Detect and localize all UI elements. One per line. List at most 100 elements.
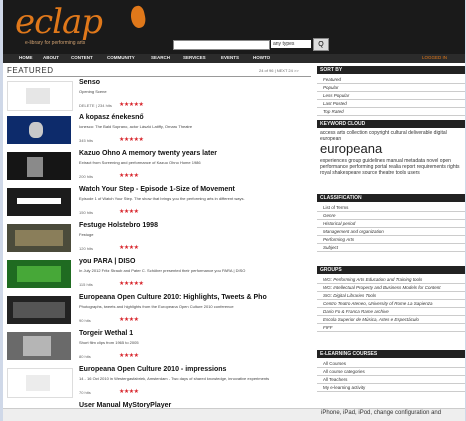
elearning-heading: E-LEARNING COURSES — [317, 350, 465, 358]
item-description: In July 2012 Fritz Straub and Pater C. S… — [79, 268, 246, 273]
class-historical[interactable]: Historical period — [317, 220, 465, 228]
thumbnail[interactable] — [7, 116, 71, 144]
sort-featured[interactable]: Featured — [317, 76, 465, 84]
classification-heading: CLASSIFICATION — [317, 194, 465, 202]
keyword-cloud-heading: KEYWORD CLOUD — [317, 120, 465, 128]
list-item[interactable]: A kopasz énekesnő Ionesco: The Bald Sopr… — [7, 114, 311, 150]
keyword-cloud-rest[interactable]: experiences group guidelines manual meta… — [320, 158, 462, 176]
keyword-cloud-big[interactable]: europeana — [320, 142, 462, 156]
thumbnail[interactable] — [7, 332, 71, 360]
item-description: Extract from Screening and performance o… — [79, 160, 201, 165]
class-performing-arts[interactable]: Performing Arts — [317, 236, 465, 244]
thumbnail[interactable] — [7, 296, 71, 324]
item-title[interactable]: Europeana Open Culture 2010 - impression… — [79, 366, 226, 373]
logo[interactable]: eclap — [15, 2, 103, 42]
item-title[interactable]: Kazuo Ohno A memory twenty years later — [79, 150, 217, 157]
rating-stars[interactable]: ★★★★★ — [119, 280, 144, 287]
item-title[interactable]: Watch Your Step - Episode 1-Size of Move… — [79, 186, 235, 193]
elearn-item[interactable]: My e-learning activity — [317, 384, 465, 392]
list-item[interactable]: Watch Your Step - Episode 1-Size of Move… — [7, 186, 311, 222]
logo-tagline: e-library for performing arts — [25, 40, 86, 46]
nav-about[interactable]: ABOUT — [43, 55, 59, 60]
item-description: Photographs, tweets and highlights from … — [79, 304, 234, 309]
groups-heading: GROUPS — [317, 266, 465, 274]
sort-popular[interactable]: Popular — [317, 84, 465, 92]
sort-last-posted[interactable]: Last Posted — [317, 100, 465, 108]
item-meta: 80 hits — [79, 354, 91, 359]
nav-login-status[interactable]: LOGGED IN — [422, 55, 447, 60]
sort-by-heading: SORT BY — [317, 66, 465, 74]
group-item[interactable]: WG: Intellectual Property and Business M… — [317, 284, 465, 292]
group-item[interactable]: Escola Superior de Música, Artes e Espec… — [317, 316, 465, 324]
group-item[interactable]: FIFF — [317, 324, 465, 332]
search-type-select[interactable]: any types — [271, 40, 311, 48]
thumbnail[interactable] — [7, 81, 73, 111]
nav-howto[interactable]: HOWTO — [253, 55, 270, 60]
sort-less-popular[interactable]: Less Popular — [317, 92, 465, 100]
thumbnail[interactable] — [7, 260, 71, 288]
list-item[interactable]: Torgeir Wethal 1 Short film clips from 1… — [7, 330, 311, 366]
rating-stars[interactable]: ★★★★ — [119, 352, 139, 359]
thumbnail[interactable] — [7, 152, 71, 180]
bottom-banner[interactable]: iPhone, iPad, iPod, change configuration… — [321, 410, 441, 416]
nav-community[interactable]: COMMUNITY — [107, 55, 135, 60]
thumbnail[interactable] — [7, 224, 71, 252]
item-description: Ionesco: The Bald Soprano, actor László … — [79, 124, 193, 129]
item-description: Short film clips from 1965 to 2005 — [79, 340, 139, 345]
group-item[interactable]: Dario Fo & Franca Rame archive — [317, 308, 465, 316]
rating-stars[interactable]: ★★★★ — [119, 172, 139, 179]
nav-search[interactable]: SEARCH — [151, 55, 170, 60]
group-item[interactable]: SIG: Digital Libraries Tools — [317, 292, 465, 300]
item-title[interactable]: Festuge Holstebro 1998 — [79, 222, 158, 229]
rating-stars[interactable]: ★★★★ — [119, 316, 139, 323]
item-meta: 120 hits — [79, 246, 94, 251]
list-item[interactable]: Europeana Open Culture 2010 - impression… — [7, 366, 311, 402]
list-item[interactable]: Senso Opening Scene DELETE | 234 hits ★★… — [7, 79, 311, 115]
search-button[interactable]: Q — [313, 38, 329, 51]
item-meta: 115 hits — [79, 282, 93, 287]
item-title[interactable]: Torgeir Wethal 1 — [79, 330, 133, 337]
item-title[interactable]: Europeana Open Culture 2010: Highlights,… — [79, 294, 267, 301]
featured-pagination[interactable]: 24 of 96 | NEXT 24 >> — [259, 68, 299, 73]
list-of-terms[interactable]: List of Terms — [317, 204, 465, 212]
list-item[interactable]: Festuge Holstebro 1998 Festuge 120 hits … — [7, 222, 311, 258]
header: eclap e-library for performing arts any … — [3, 0, 465, 54]
sort-top-rated[interactable]: Top Rated — [317, 108, 465, 116]
nav-home[interactable]: HOME — [19, 55, 33, 60]
item-description: Festuge — [79, 232, 94, 237]
flame-icon — [128, 4, 148, 30]
rating-stars[interactable]: ★★★★★ — [119, 101, 144, 108]
item-description: 14 - 16 Oct 2010 in Westergasfabriek, Am… — [79, 376, 270, 381]
rating-stars[interactable]: ★★★★★ — [119, 136, 144, 143]
list-item[interactable]: you PARA | DISO In July 2012 Fritz Strau… — [7, 258, 311, 294]
list-item[interactable]: Kazuo Ohno A memory twenty years later E… — [7, 150, 311, 186]
featured-heading: FEATURED — [7, 66, 54, 75]
rating-stars[interactable]: ★★★★ — [119, 388, 139, 395]
nav-events[interactable]: EVENTS — [221, 55, 239, 60]
nav-content[interactable]: CONTENT — [71, 55, 93, 60]
group-item[interactable]: Centro Teatro Ateneo, University of Rome… — [317, 300, 465, 308]
class-subject[interactable]: Subject — [317, 244, 465, 252]
item-meta: 200 hits — [79, 174, 94, 179]
rating-stars[interactable]: ★★★★ — [119, 244, 139, 251]
list-item[interactable]: Europeana Open Culture 2010: Highlights,… — [7, 294, 311, 330]
group-item[interactable]: WG: Performing Arts Education and Traini… — [317, 276, 465, 284]
rating-stars[interactable]: ★★★★ — [119, 208, 139, 215]
elearn-item[interactable]: All Teachers — [317, 376, 465, 384]
sidebar: SORT BY Featured Popular Less Popular La… — [317, 64, 465, 421]
item-title[interactable]: Senso — [79, 79, 100, 86]
elearn-item[interactable]: All course categories — [317, 368, 465, 376]
item-meta: DELETE | 234 hits — [79, 103, 112, 108]
item-title[interactable]: A kopasz énekesnő — [79, 114, 144, 121]
class-genre[interactable]: Genre — [317, 212, 465, 220]
elearn-item[interactable]: All Courses — [317, 360, 465, 368]
thumbnail[interactable] — [7, 188, 71, 216]
item-title[interactable]: you PARA | DISO — [79, 258, 135, 265]
search-input[interactable] — [173, 40, 270, 50]
thumbnail[interactable] — [7, 368, 73, 398]
nav-services[interactable]: SERVICES — [183, 55, 206, 60]
class-management[interactable]: Management and organization — [317, 228, 465, 236]
item-description: Episode 1 of Watch Your Step. The show t… — [79, 196, 245, 201]
item-meta: 70 hits — [79, 390, 91, 395]
main-content: FEATURED 24 of 96 | NEXT 24 >> Senso Ope… — [3, 66, 315, 421]
